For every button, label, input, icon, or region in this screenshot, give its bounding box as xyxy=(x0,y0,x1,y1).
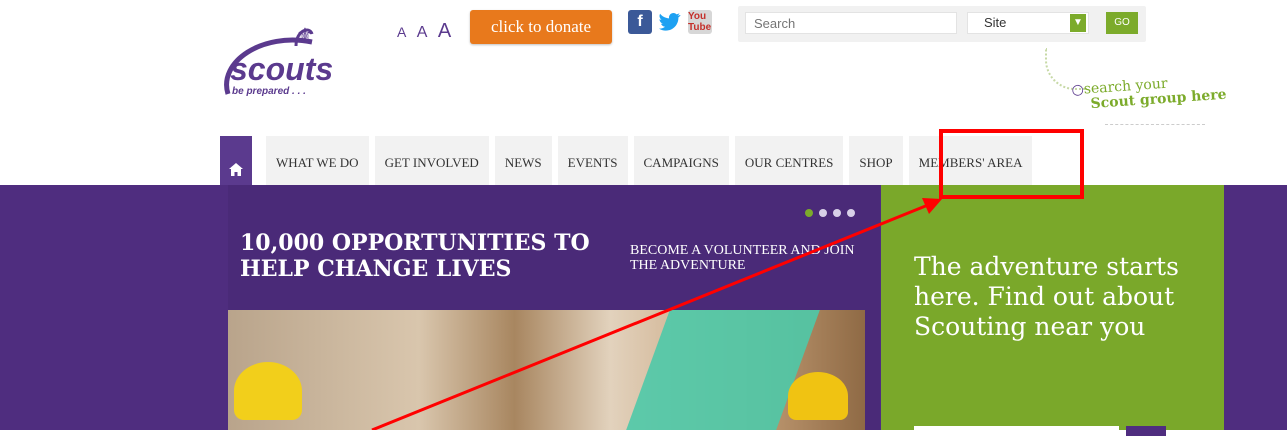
nav-item-get-involved[interactable]: GET INVOLVED xyxy=(374,136,489,186)
text-size-medium[interactable]: A xyxy=(417,24,428,42)
postcode-go-button[interactable] xyxy=(1126,426,1166,436)
climber-helmet xyxy=(234,362,302,420)
text-size-controls: A A A xyxy=(397,20,457,43)
donate-button[interactable]: click to donate xyxy=(470,10,612,44)
text-size-large[interactable]: A xyxy=(438,20,451,43)
chevron-down-icon[interactable]: ▼ xyxy=(1070,14,1086,32)
search-scope-value: Site xyxy=(984,15,1007,30)
climber-helmet xyxy=(788,372,848,420)
twitter-icon[interactable] xyxy=(658,10,682,34)
slide-dot[interactable] xyxy=(805,209,813,217)
hero-subline[interactable]: BECOME A VOLUNTEER AND JOIN THE ADVENTUR… xyxy=(630,243,870,273)
slide-indicators xyxy=(805,209,855,217)
facebook-icon[interactable]: f xyxy=(628,10,652,34)
nav-item-campaigns[interactable]: CAMPAIGNS xyxy=(633,136,729,186)
slide-dot[interactable] xyxy=(833,209,841,217)
nav-item-shop[interactable]: SHOP xyxy=(849,136,903,186)
search-go-button[interactable]: GO xyxy=(1106,12,1138,34)
search-bar: Site ▼ GO xyxy=(738,6,1146,42)
nav-item-news[interactable]: NEWS xyxy=(494,136,552,186)
hint-divider xyxy=(1105,124,1205,125)
logo-tagline: be prepared . . . xyxy=(232,86,306,97)
svg-text:⚜: ⚜ xyxy=(296,23,314,47)
hero-photo xyxy=(228,310,865,430)
nav-item-what-we-do[interactable]: WHAT WE DO xyxy=(266,136,369,186)
main-nav: WHAT WE DO GET INVOLVED NEWS EVENTS CAMP… xyxy=(220,136,1033,186)
scouts-logo[interactable]: ⚜ scouts be prepared . . . xyxy=(222,22,362,106)
find-group-text: The adventure starts here. Find out abou… xyxy=(914,252,1179,341)
slide-dot[interactable] xyxy=(819,209,827,217)
search-input[interactable] xyxy=(745,12,957,34)
scout-group-search-link[interactable]: ○search your Scout group here xyxy=(1071,73,1227,114)
nav-item-events[interactable]: EVENTS xyxy=(557,136,628,186)
youtube-icon[interactable]: You Tube xyxy=(688,10,712,34)
annotation-highlight-box xyxy=(939,129,1084,199)
social-links: f You Tube xyxy=(628,10,712,34)
nav-item-our-centres[interactable]: OUR CENTRES xyxy=(734,136,844,186)
hero-headline: 10,000 OPPORTUNITIES TO HELP CHANGE LIVE… xyxy=(240,230,590,282)
home-icon[interactable] xyxy=(220,136,252,186)
search-scope-select[interactable]: Site ▼ xyxy=(967,12,1089,34)
slide-dot[interactable] xyxy=(847,209,855,217)
text-size-small[interactable]: A xyxy=(397,24,406,40)
postcode-input[interactable] xyxy=(914,426,1119,436)
logo-wordmark: scouts xyxy=(230,51,333,87)
